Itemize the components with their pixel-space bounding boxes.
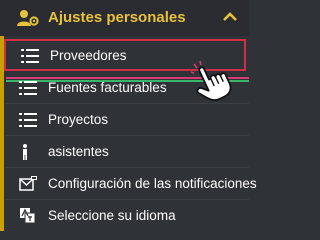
list-icon [21, 49, 39, 63]
notification-settings-icon [19, 176, 37, 191]
settings-section-header[interactable]: Ajustes personales [0, 0, 249, 36]
menu-item-label: Proveedores [50, 48, 127, 63]
menu-item-label: Configuración de las notificaciones [48, 176, 257, 191]
menu-item-seleccione-idioma[interactable]: Seleccione su idioma [6, 200, 249, 232]
menu-item-label: Fuentes facturables [48, 80, 167, 95]
menu-item-label: Seleccione su idioma [48, 208, 176, 223]
language-icon [20, 208, 36, 224]
menu-item-proyectos[interactable]: Proyectos [6, 104, 249, 136]
hand-pointer-icon [191, 60, 232, 101]
menu-item-label: Proyectos [48, 112, 109, 127]
menu-item-label: asistentes [48, 144, 109, 159]
user-gear-icon [17, 10, 39, 26]
person-icon [23, 144, 27, 160]
menu-item-asistentes[interactable]: asistentes [6, 136, 249, 168]
section-title: Ajustes personales [48, 9, 186, 26]
menu-item-configuracion-notificaciones[interactable]: Configuración de las notificaciones [6, 168, 257, 200]
list-icon [19, 81, 37, 95]
chevron-up-icon[interactable] [223, 12, 237, 22]
list-icon [19, 113, 37, 127]
